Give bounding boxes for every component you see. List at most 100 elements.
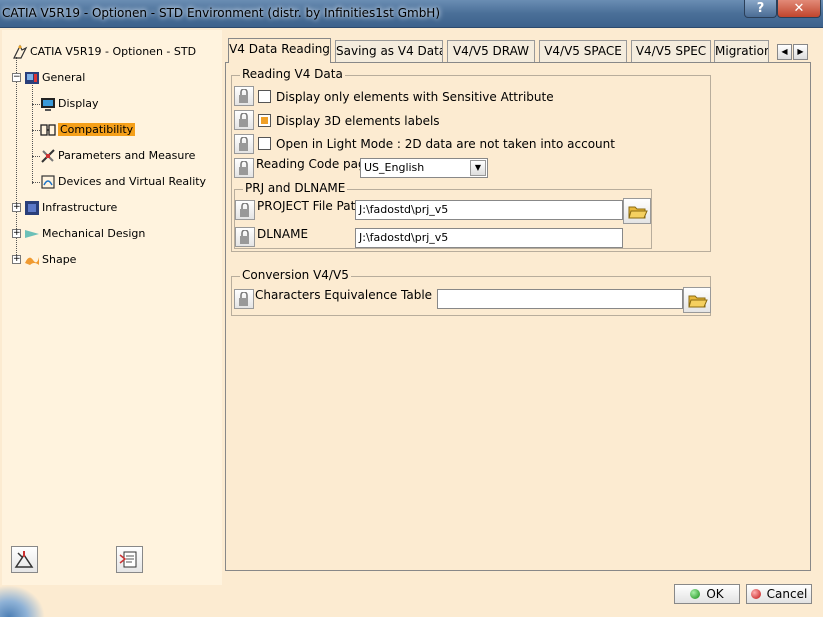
tree-root[interactable]: CATIA V5R19 - Optionen - STD [12, 43, 196, 61]
tab-bar: V4 Data Reading Saving as V4 Data V4/V5 … [225, 38, 811, 63]
tree-item-general[interactable]: General [24, 69, 85, 87]
reset-icon [14, 551, 34, 568]
lock-button[interactable] [234, 158, 254, 178]
project-file-path-label: PROJECT File Path [257, 199, 363, 213]
ok-icon [690, 589, 701, 599]
tree-line [32, 82, 33, 184]
lock-icon [239, 137, 248, 151]
lock-icon [239, 292, 248, 306]
tab-migration[interactable]: Migration [714, 40, 769, 62]
dlname-input[interactable]: J:\fadostd\prj_v5 [355, 228, 623, 248]
prj-dlname-group: PRJ and DLNAME PROJECT File Path J:\fado… [234, 181, 652, 249]
tab-v4-v5-draw[interactable]: V4/V5 DRAW [447, 40, 535, 62]
expand-mechanical-toggle[interactable]: + [12, 229, 21, 238]
corner-decoration [0, 585, 45, 617]
lock-button[interactable] [234, 110, 254, 130]
cancel-button[interactable]: Cancel [746, 584, 812, 604]
tab-v4-data-reading[interactable]: V4 Data Reading [228, 38, 331, 63]
export-options-button[interactable] [116, 546, 143, 573]
export-icon [119, 551, 137, 568]
browse-project-button[interactable] [623, 198, 651, 224]
3d-labels-label: Display 3D elements labels [276, 114, 440, 128]
tree-line [32, 156, 40, 157]
lock-button[interactable] [234, 86, 254, 106]
tree-item-label: Mechanical Design [42, 227, 146, 240]
tree-item-label: Parameters and Measure [58, 149, 196, 162]
tree-item-infrastructure[interactable]: Infrastructure [24, 199, 117, 217]
tree-line [32, 182, 40, 183]
lock-icon [239, 113, 248, 127]
v4-data-reading-panel: Reading V4 Data Display only elements wi… [225, 62, 811, 571]
tab-v4-v5-space[interactable]: V4/V5 SPACE [539, 40, 627, 62]
tree-item-display[interactable]: Display [40, 95, 99, 113]
catia-options-icon [12, 44, 28, 60]
dlname-label: DLNAME [257, 227, 309, 241]
tree-item-label: General [42, 71, 86, 84]
close-button[interactable]: ✕ [777, 0, 821, 18]
light-mode-checkbox[interactable] [258, 137, 271, 150]
general-icon [24, 70, 40, 86]
expand-infrastructure-toggle[interactable]: + [12, 203, 21, 212]
group-title: PRJ and DLNAME [243, 181, 348, 195]
options-tree: CATIA V5R19 - Optionen - STD − General D… [2, 30, 222, 585]
tree-item-parameters[interactable]: Parameters and Measure [40, 147, 195, 165]
lock-button[interactable] [235, 227, 255, 247]
infrastructure-icon [24, 200, 40, 216]
tab-saving-as-v4-data[interactable]: Saving as V4 Data [335, 40, 443, 62]
folder-icon [688, 295, 708, 308]
lock-icon [239, 161, 248, 175]
ok-button[interactable]: OK [674, 584, 740, 604]
tab-v4-v5-spec[interactable]: V4/V5 SPEC [631, 40, 711, 62]
cancel-icon [750, 589, 761, 599]
conversion-group: Conversion V4/V5 Characters Equivalence … [231, 268, 711, 316]
sensitive-attribute-checkbox[interactable] [258, 90, 271, 103]
parameters-icon [40, 148, 56, 164]
tree-item-label: Infrastructure [42, 201, 118, 214]
tree-item-label: Display [58, 97, 99, 110]
reading-v4-data-group: Reading V4 Data Display only elements wi… [231, 67, 711, 252]
tree-item-label: Shape [42, 253, 77, 266]
tree-item-label: Compatibility [58, 123, 136, 136]
tree-line [32, 130, 40, 131]
code-page-select[interactable]: US_English ▼ [360, 158, 488, 178]
equivalence-table-label: Characters Equivalence Table Path [255, 288, 463, 302]
chevron-down-icon[interactable]: ▼ [470, 160, 486, 176]
compatibility-icon [40, 122, 56, 138]
help-button[interactable]: ? [744, 0, 777, 18]
tree-root-label: CATIA V5R19 - Optionen - STD [30, 45, 197, 58]
lock-button[interactable] [234, 289, 254, 309]
browse-equivalence-button[interactable] [683, 287, 711, 313]
expand-shape-toggle[interactable]: + [12, 255, 21, 264]
tree-item-shape[interactable]: Shape [24, 251, 76, 269]
ok-label: OK [706, 587, 724, 601]
lock-icon [240, 230, 249, 244]
tab-scroll-right-button[interactable]: ▶ [793, 44, 808, 60]
group-title: Conversion V4/V5 [240, 268, 351, 282]
lock-button[interactable] [235, 200, 255, 220]
tree-item-compatibility[interactable]: Compatibility [40, 121, 136, 139]
equivalence-table-input[interactable] [437, 289, 683, 309]
lock-icon [239, 89, 248, 103]
tree-line [32, 104, 40, 105]
shape-icon [24, 252, 40, 268]
window-title: CATIA V5R19 - Optionen - STD Environment… [2, 6, 441, 20]
tab-scroll-left-button[interactable]: ◀ [777, 44, 792, 60]
devices-icon [40, 174, 56, 190]
reset-options-button[interactable] [11, 546, 38, 573]
expand-general-toggle[interactable]: − [12, 73, 21, 82]
tree-item-label: Devices and Virtual Reality [58, 175, 207, 188]
tree-item-devices[interactable]: Devices and Virtual Reality [40, 173, 206, 191]
group-title: Reading V4 Data [240, 67, 345, 81]
code-page-value: US_English [364, 161, 425, 174]
lock-button[interactable] [234, 134, 254, 154]
3d-labels-checkbox[interactable] [258, 114, 271, 127]
lock-icon [240, 203, 249, 217]
mechanical-design-icon [24, 226, 40, 242]
project-file-path-input[interactable]: J:\fadostd\prj_v5 [355, 200, 623, 220]
light-mode-label: Open in Light Mode : 2D data are not tak… [276, 137, 615, 151]
folder-icon [628, 206, 648, 219]
title-bar[interactable]: CATIA V5R19 - Optionen - STD Environment… [0, 0, 823, 28]
tree-item-mechanical-design[interactable]: Mechanical Design [24, 225, 145, 243]
cancel-label: Cancel [766, 587, 808, 601]
code-page-label: Reading Code page [256, 157, 374, 171]
